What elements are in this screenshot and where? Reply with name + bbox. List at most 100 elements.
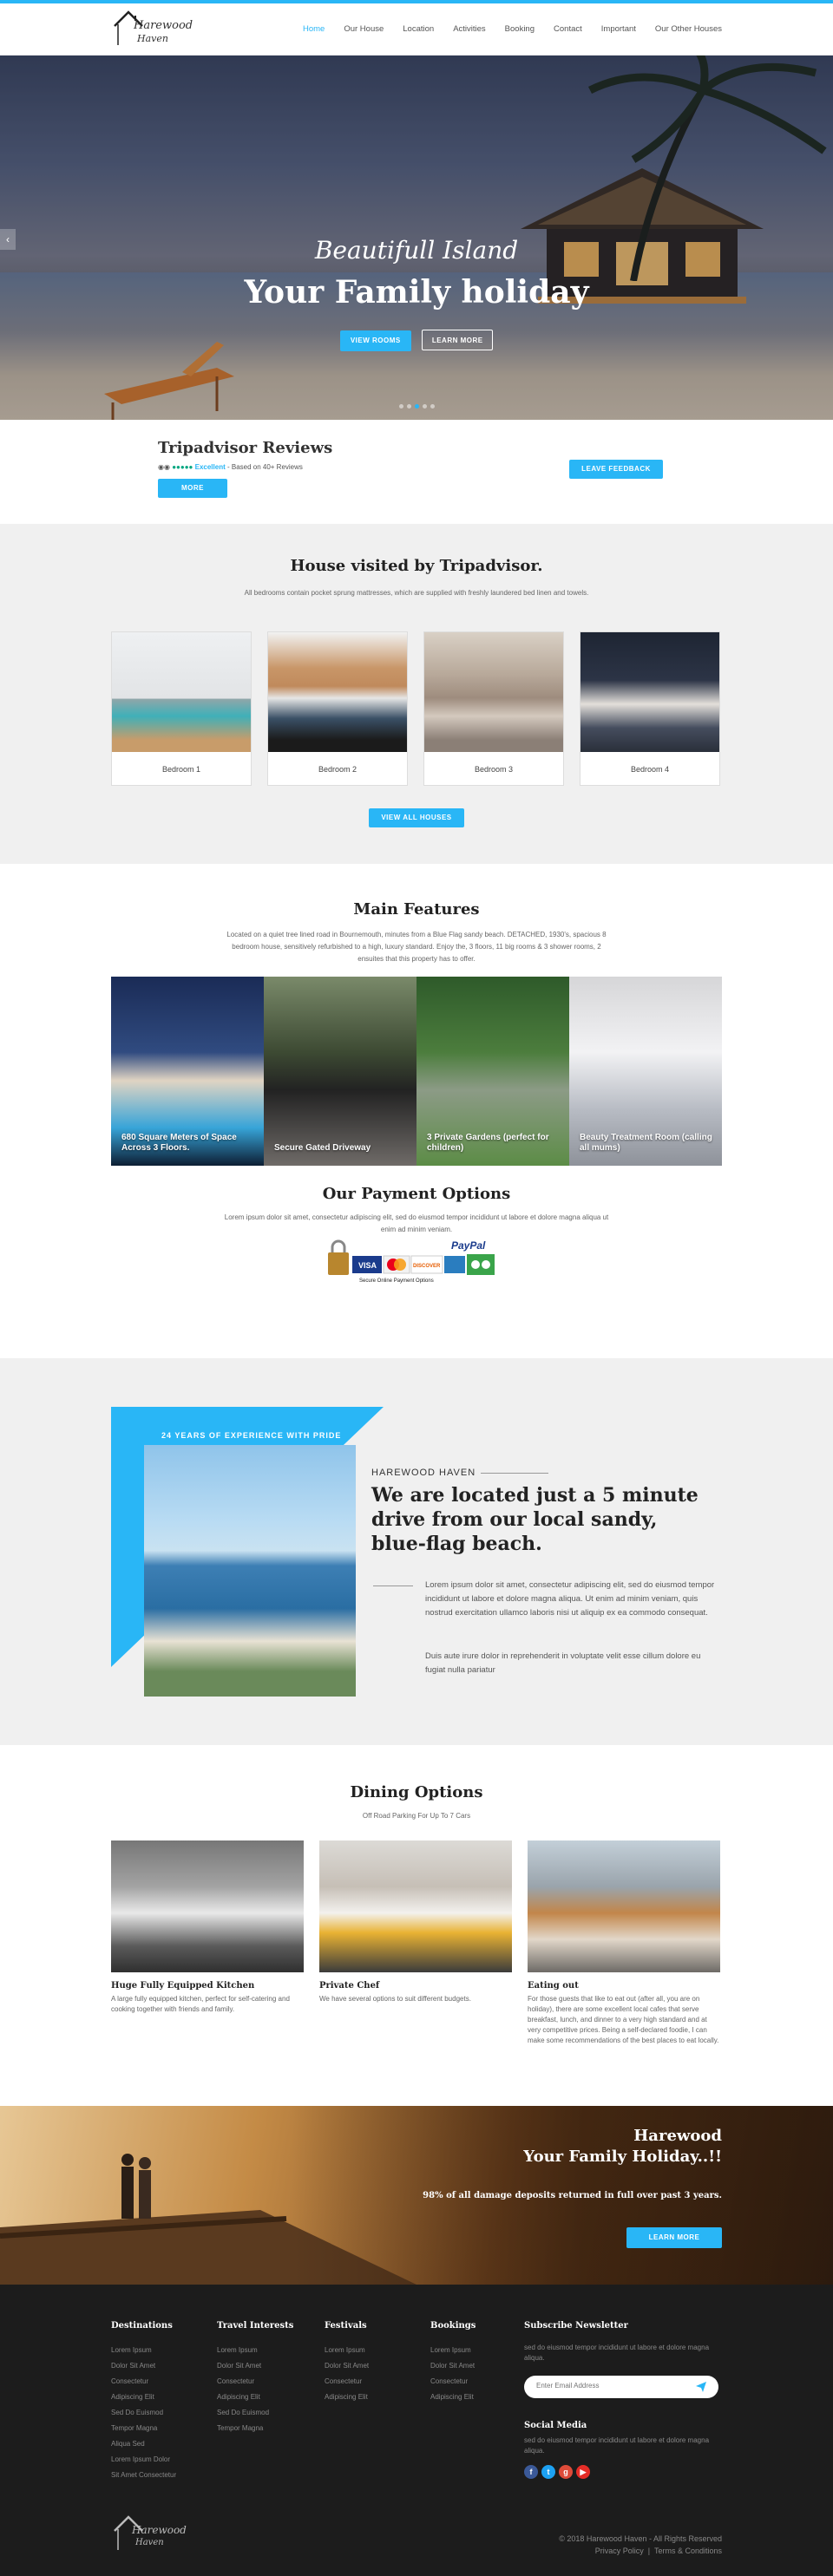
banner-learn-more-button[interactable]: LEARN MORE: [626, 2227, 722, 2248]
terms-link[interactable]: Terms & Conditions: [654, 2547, 722, 2555]
room-card[interactable]: Bedroom 1: [111, 631, 252, 786]
feature-label: 680 Square Meters of Space Across 3 Floo…: [121, 1133, 237, 1153]
room-cards: Bedroom 1 Bedroom 2 Bedroom 3 Bedroom 4: [111, 631, 720, 786]
nav-our-house[interactable]: Our House: [344, 24, 384, 34]
hero-buttons: VIEW ROOMS LEARN MORE: [0, 330, 833, 351]
footer-link[interactable]: Lorem Ipsum: [430, 2343, 476, 2358]
dining-subtitle: Off Road Parking For Up To 7 Cars: [362, 1812, 471, 1820]
footer-link[interactable]: Dolor Sit Amet: [430, 2358, 476, 2374]
logo[interactable]: Harewood Haven: [111, 7, 193, 52]
nav-our-other-houses[interactable]: Our Other Houses: [655, 24, 722, 34]
privacy-policy-link[interactable]: Privacy Policy: [595, 2547, 644, 2555]
room-card[interactable]: Bedroom 3: [423, 631, 564, 786]
rating-label: Excellent: [194, 463, 226, 471]
room-photo: [268, 632, 407, 752]
slider-dot[interactable]: [430, 404, 435, 409]
nav-booking[interactable]: Booking: [505, 24, 535, 34]
learn-more-button[interactable]: LEARN MORE: [422, 330, 494, 350]
room-photo: [424, 632, 563, 752]
facebook-icon[interactable]: f: [524, 2465, 538, 2479]
footer-link[interactable]: Adipiscing Elit: [325, 2390, 369, 2405]
send-icon[interactable]: [696, 2382, 706, 2392]
footer-link[interactable]: Sed Do Euismod: [217, 2405, 293, 2421]
chef-photo: [319, 1840, 512, 1972]
footer-link[interactable]: Dolor Sit Amet: [325, 2358, 369, 2374]
footer-logo[interactable]: Harewood Haven: [111, 2512, 187, 2555]
feature-tile[interactable]: 680 Square Meters of Space Across 3 Floo…: [111, 977, 264, 1166]
footer-link[interactable]: Sed Do Euismod: [111, 2405, 176, 2421]
footer-link[interactable]: Consectetur: [430, 2374, 476, 2390]
footer-link[interactable]: Lorem Ipsum Dolor: [111, 2452, 176, 2468]
nav-activities[interactable]: Activities: [453, 24, 485, 34]
footer-link[interactable]: Sit Amet Consectetur: [111, 2468, 176, 2483]
footer-link[interactable]: Lorem Ipsum: [325, 2343, 369, 2358]
feature-label: Secure Gated Driveway: [274, 1143, 371, 1153]
footer-link[interactable]: Adipiscing Elit: [430, 2390, 476, 2405]
features-section: Main Features Located on a quiet tree li…: [0, 864, 833, 1176]
room-photo: [112, 632, 251, 752]
footer-column-title: Festivals: [325, 2321, 367, 2331]
footer-column-bookings: Bookings Lorem Ipsum Dolor Sit Amet Cons…: [430, 2321, 476, 2405]
email-input[interactable]: [536, 2382, 692, 2390]
feature-tile[interactable]: 3 Private Gardens (perfect for children): [416, 977, 569, 1166]
twitter-icon[interactable]: t: [541, 2465, 555, 2479]
footer-link[interactable]: Adipiscing Elit: [111, 2390, 176, 2405]
slider-dot[interactable]: [399, 404, 403, 409]
footer-link[interactable]: Dolor Sit Amet: [217, 2358, 293, 2374]
dining-card[interactable]: Eating out For those guests that like to…: [528, 1840, 720, 2046]
footer-link[interactable]: Tempor Magna: [217, 2421, 293, 2436]
footer-link[interactable]: Consectetur: [325, 2374, 369, 2390]
google-plus-icon[interactable]: g: [559, 2465, 573, 2479]
feature-tile[interactable]: Beauty Treatment Room (calling all mums): [569, 977, 722, 1166]
footer-link[interactable]: Dolor Sit Amet: [111, 2358, 176, 2374]
slider-dot[interactable]: [423, 404, 427, 409]
footer: Destinations Lorem Ipsum Dolor Sit Amet …: [0, 2285, 833, 2576]
footer-link[interactable]: Tempor Magna: [111, 2421, 176, 2436]
payment-section: Our Payment Options Lorem ipsum dolor si…: [0, 1176, 833, 1358]
dining-cards: Huge Fully Equipped Kitchen A large full…: [111, 1840, 720, 2046]
experience-badge: 24 YEARS OF EXPERIENCE WITH PRIDE: [161, 1431, 342, 1440]
footer-link[interactable]: Consectetur: [111, 2374, 176, 2390]
dining-card[interactable]: Huge Fully Equipped Kitchen A large full…: [111, 1840, 304, 2046]
room-photo: [580, 632, 719, 752]
copyright-block: © 2018 Harewood Haven - All Rights Reser…: [559, 2533, 722, 2557]
room-card[interactable]: Bedroom 2: [267, 631, 408, 786]
owl-icon: ◉◉: [158, 463, 170, 471]
footer-link[interactable]: Adipiscing Elit: [217, 2390, 293, 2405]
footer-column-title: Bookings: [430, 2321, 476, 2331]
dining-section: Dining Options Off Road Parking For Up T…: [0, 1745, 833, 2106]
view-all-houses-button[interactable]: VIEW ALL HOUSES: [369, 808, 464, 827]
features-text: Located on a quiet tree lined road in Bo…: [226, 931, 607, 963]
nav-location[interactable]: Location: [403, 24, 434, 34]
room-card[interactable]: Bedroom 4: [580, 631, 720, 786]
nav-important[interactable]: Important: [601, 24, 636, 34]
view-rooms-button[interactable]: VIEW ROOMS: [339, 330, 411, 351]
slider-dots: [399, 404, 435, 409]
feature-label: Beauty Treatment Room (calling all mums): [580, 1133, 712, 1153]
more-button[interactable]: MORE: [158, 479, 227, 498]
footer-subscribe: Subscribe Newsletter sed do eiusmod temp…: [524, 2321, 718, 2479]
footer-column-travel-interests: Travel Interests Lorem Ipsum Dolor Sit A…: [217, 2321, 293, 2436]
footer-link[interactable]: Lorem Ipsum: [111, 2343, 176, 2358]
nav-home[interactable]: Home: [303, 24, 325, 34]
footer-link[interactable]: Aliqua Sed: [111, 2436, 176, 2452]
footer-link[interactable]: Lorem Ipsum: [217, 2343, 293, 2358]
dining-title: Dining Options: [350, 1783, 483, 1801]
nav-contact[interactable]: Contact: [554, 24, 582, 34]
room-label: Bedroom 1: [161, 765, 201, 774]
leave-feedback-button[interactable]: LEAVE FEEDBACK: [569, 460, 663, 479]
footer-link[interactable]: Consectetur: [217, 2374, 293, 2390]
youtube-icon[interactable]: ▶: [576, 2465, 590, 2479]
social-title: Social Media: [524, 2421, 587, 2430]
slider-dot[interactable]: [407, 404, 411, 409]
discover-logo: DISCOVER: [413, 1264, 441, 1269]
rooms-title: House visited by Tripadvisor.: [290, 557, 543, 575]
slider-dot-active[interactable]: [415, 404, 419, 409]
dining-card[interactable]: Private Chef We have several options to …: [319, 1840, 512, 2046]
tripadvisor-section: Tripadvisor Reviews ◉◉ ●●●●● Excellent -…: [0, 420, 833, 524]
dining-card-title: Huge Fully Equipped Kitchen: [111, 1981, 255, 1991]
room-label: Bedroom 2: [318, 765, 357, 774]
dining-card-text: For those guests that like to eat out (a…: [528, 1995, 719, 2044]
feature-tile[interactable]: Secure Gated Driveway: [264, 977, 416, 1166]
logo-text-line2: Haven: [137, 33, 168, 44]
